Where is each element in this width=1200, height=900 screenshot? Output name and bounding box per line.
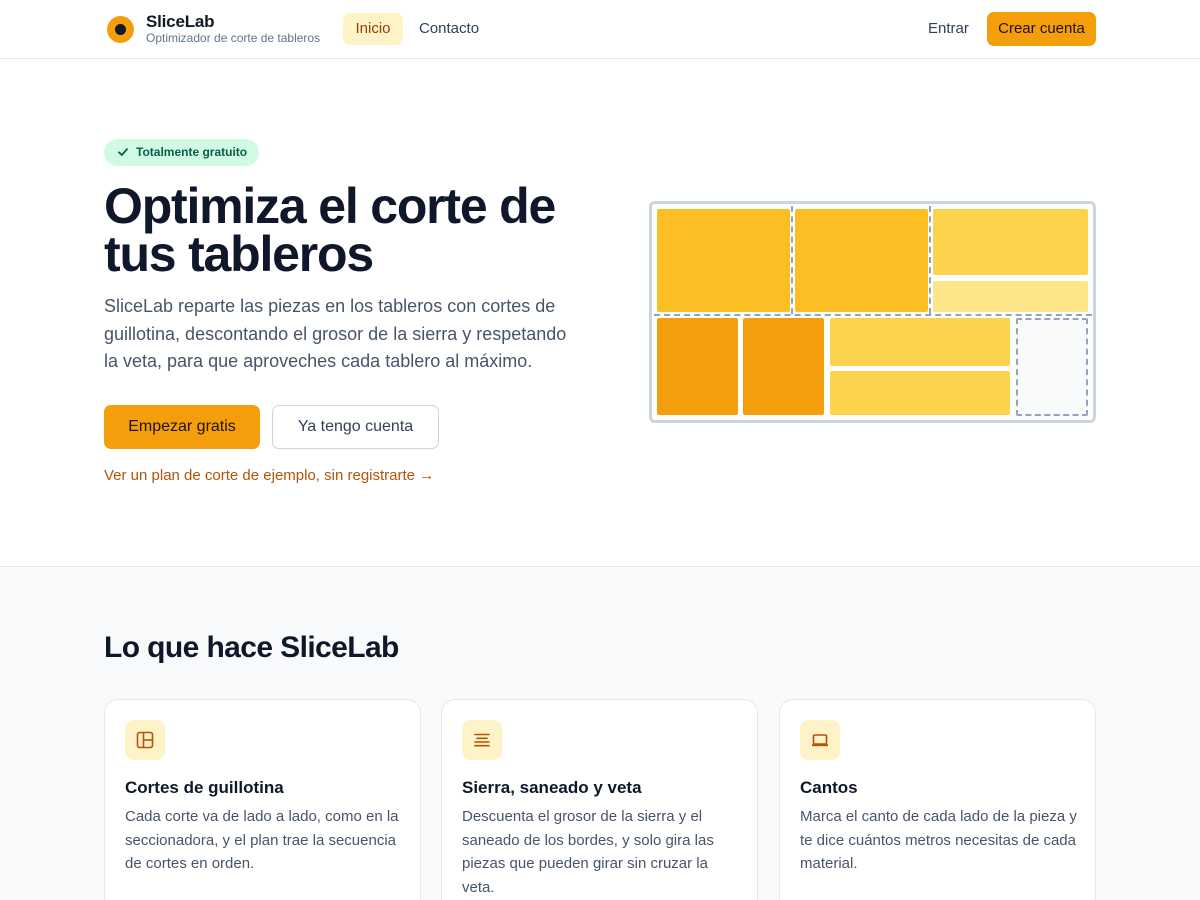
feature-card-text: Descuenta el grosor de la sierra y el sa… [462,808,714,896]
board-piece [743,318,824,415]
free-badge: Totalmente gratuito [104,139,260,166]
brand-tagline: Optimizador de corte de tableros [146,31,321,45]
board-piece [657,318,738,415]
edge-banding-icon [800,720,840,760]
feature-card: Cantos Marca el canto de cada lado de la… [779,699,1096,900]
feature-card-text: Marca el canto de cada lado de la pieza … [800,808,1077,872]
nav-item-contacto[interactable]: Contacto [407,13,491,45]
logo-icon[interactable] [107,16,134,43]
login-link[interactable]: Entrar [916,13,981,45]
feature-card: Cortes de guillotina Cada corte va de la… [104,699,421,900]
check-icon [118,148,128,156]
layout-icon [125,720,165,760]
board-piece [830,318,1010,366]
site-header: SliceLab Optimizador de corte de tablero… [0,0,1200,59]
board-piece [830,371,1010,415]
hero-description: SliceLab reparte las piezas en los table… [104,296,567,371]
cut-line [929,206,931,314]
brand-name[interactable]: SliceLab [146,12,215,32]
board-piece [933,209,1088,275]
have-account-button[interactable]: Ya tengo cuenta [272,405,439,449]
cut-line [791,206,793,314]
board-piece [933,281,1088,312]
cutting-plan-illustration [649,201,1096,423]
start-free-button[interactable]: Empezar gratis [104,405,260,449]
feature-card-title: Cortes de guillotina [125,778,284,797]
feature-card-title: Sierra, saneado y veta [462,778,642,797]
feature-card-text: Cada corte va de lado a lado, como en la… [125,808,399,872]
signup-button[interactable]: Crear cuenta [987,12,1096,46]
features-title: Lo que hace SliceLab [104,631,399,664]
nav-item-inicio[interactable]: Inicio [343,13,403,45]
lines-icon [462,720,502,760]
example-plan-link[interactable]: Ver un plan de corte de ejemplo, sin reg… [104,467,434,484]
feature-card-title: Cantos [800,778,858,797]
cut-line [654,314,1092,316]
hero-title: Optimiza el corte de tus tableros [104,178,556,282]
board-piece [657,209,790,312]
free-badge-label: Totalmente gratuito [136,145,248,159]
board-waste [1016,318,1088,416]
board-piece [795,209,928,312]
feature-card: Sierra, saneado y veta Descuenta el gros… [441,699,758,900]
